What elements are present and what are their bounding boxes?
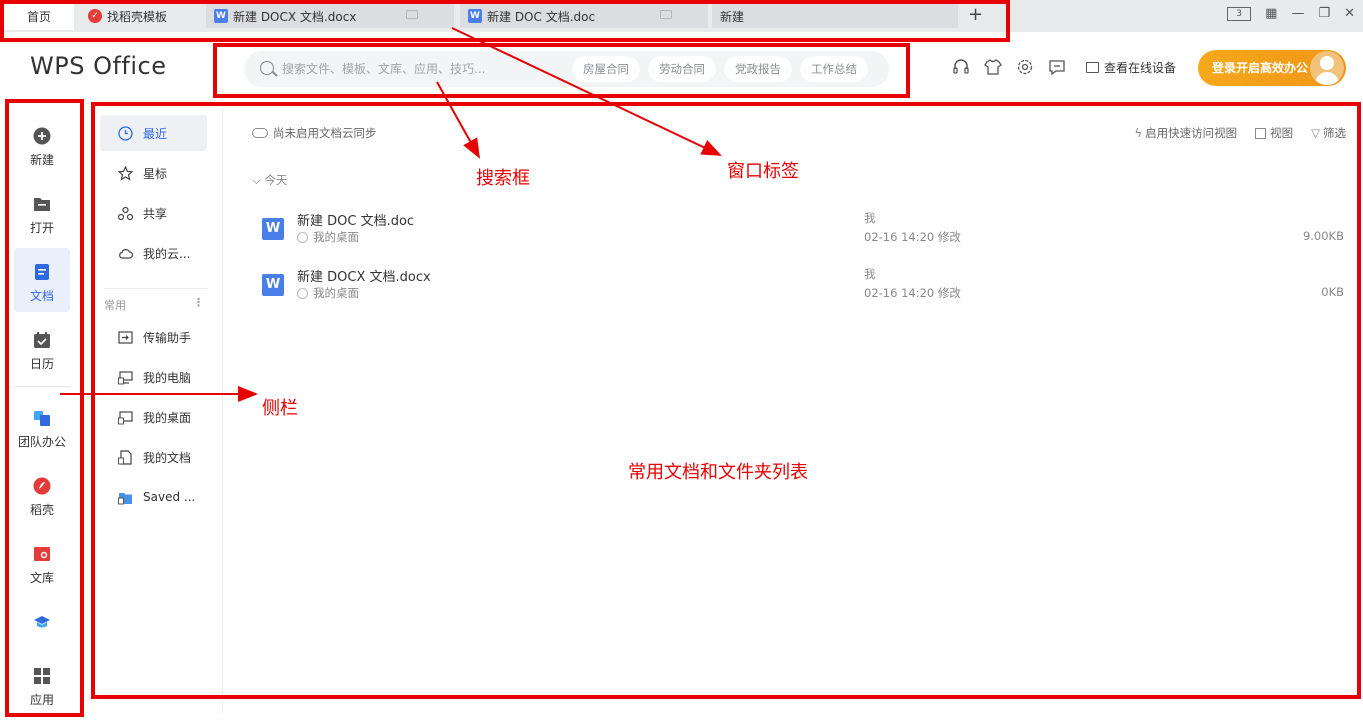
- minimize-button[interactable]: —: [1291, 6, 1304, 21]
- headset-icon[interactable]: [952, 58, 970, 76]
- close-button[interactable]: ✕: [1344, 6, 1355, 21]
- grid-icon[interactable]: ▦: [1265, 6, 1277, 21]
- avatar[interactable]: [1310, 51, 1344, 85]
- login-button-label: 登录开启高效办公: [1212, 61, 1309, 75]
- device-icon: [1086, 62, 1099, 73]
- layout-badge-button[interactable]: 3: [1227, 6, 1252, 21]
- message-icon[interactable]: [1048, 58, 1066, 76]
- annotation-box-tabs: [0, 0, 1010, 42]
- annotation-box-sidebar: [5, 99, 84, 717]
- gear-icon[interactable]: [1016, 58, 1034, 76]
- shirt-skin-icon[interactable]: [984, 58, 1002, 76]
- header-icons: [952, 58, 1066, 76]
- online-devices-link[interactable]: 查看在线设备: [1086, 59, 1176, 76]
- restore-button[interactable]: ❐: [1318, 6, 1330, 21]
- annotation-box-search: [213, 43, 910, 98]
- wps-logo: WPS Office: [30, 52, 167, 80]
- annotation-label-tabs: 窗口标签: [727, 161, 799, 182]
- online-devices-label: 查看在线设备: [1104, 61, 1177, 75]
- window-controls: 3 ▦ — ❐ ✕: [1227, 6, 1355, 21]
- annotation-label-search: 搜索框: [476, 168, 530, 189]
- login-button[interactable]: 登录开启高效办公: [1198, 50, 1346, 86]
- annotation-label-sidebar: 侧栏: [262, 398, 298, 419]
- annotation-label-list: 常用文档和文件夹列表: [628, 462, 808, 483]
